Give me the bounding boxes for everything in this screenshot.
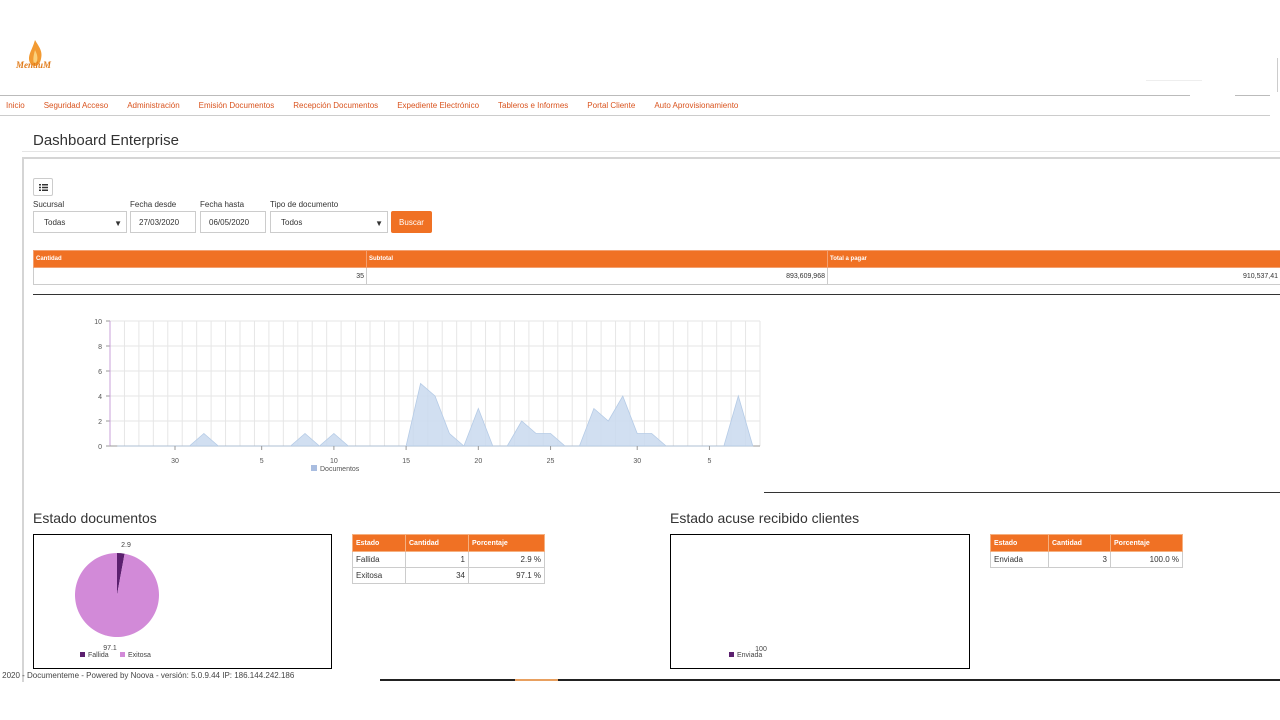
y-tick-label: 2	[98, 419, 102, 426]
col-header-estado: Estado	[352, 534, 406, 552]
estado-documentos-table: Estado Cantidad Porcentaje Fallida 1 2.9…	[352, 534, 545, 584]
caret-down-icon: ▼	[114, 219, 122, 228]
nav-item-tableros-informes[interactable]: Tableros e Informes	[498, 101, 568, 113]
table-row: Enviada 3 100.0 %	[990, 551, 1183, 568]
main-nav: Inicio Seguridad Acceso Administración E…	[0, 101, 751, 113]
buscar-button[interactable]: Buscar	[391, 211, 432, 233]
nav-item-expediente-electronico[interactable]: Expediente Electrónico	[397, 101, 479, 113]
fecha-hasta-value: 06/05/2020	[209, 217, 250, 227]
table-row: Exitosa 34 97.1 %	[352, 567, 545, 584]
nav-item-recepcion-documentos[interactable]: Recepción Documentos	[293, 101, 378, 113]
documentos-area-chart: 0 2 4 6 8 10 30 5 10 15 20 25 30 5 Documentos	[94, 319, 761, 473]
x-tick-label: 5	[260, 458, 264, 465]
estado-cell: Enviada	[990, 551, 1049, 568]
header-divider	[1277, 58, 1278, 92]
legend-label: Exitosa	[128, 652, 151, 659]
footer-text: © 2020 - Documenteme - Powered by Noova …	[0, 671, 295, 680]
table-row: Fallida 1 2.9 %	[352, 551, 545, 568]
nav-item-emision-documentos[interactable]: Emisión Documentos	[199, 101, 275, 113]
summary-header-cantidad: Cantidad	[33, 250, 367, 268]
legend-swatch	[729, 652, 734, 657]
section-rule	[33, 294, 1280, 295]
y-tick-label: 6	[98, 369, 102, 376]
nav-item-portal-cliente[interactable]: Portal Cliente	[587, 101, 635, 113]
summary-table: Cantidad Subtotal Total a pagar 35 893,6…	[33, 250, 1280, 285]
pie-slice	[75, 553, 159, 637]
cantidad-cell: 3	[1048, 551, 1111, 568]
summary-header-subtotal: Subtotal	[366, 250, 828, 268]
porcentaje-cell: 97.1 %	[468, 567, 545, 584]
porcentaje-cell: 100.0 %	[1110, 551, 1183, 568]
nav-bottom-border	[0, 115, 1270, 116]
nav-top-border	[0, 95, 1190, 96]
legend-label: Documentos	[320, 466, 360, 473]
header-divider	[1146, 80, 1202, 81]
estado-cell: Fallida	[352, 551, 406, 568]
cantidad-cell: 1	[405, 551, 469, 568]
fecha-hasta-label: Fecha hasta	[200, 200, 245, 209]
x-tick-label: 25	[547, 458, 555, 465]
estado-documentos-pie-chart: 2.9 97.1Fallida Exitosa	[75, 542, 159, 659]
summary-subtotal: 893,609,968	[366, 267, 828, 285]
x-tick-label: 10	[330, 458, 338, 465]
list-icon	[38, 183, 48, 191]
nav-top-border	[1235, 95, 1270, 96]
sucursal-label: Sucursal	[33, 200, 65, 209]
summary-header-total: Total a pagar	[827, 250, 1280, 268]
estado-acuse-pie-chart: 100Enviada	[729, 646, 767, 659]
tipo-documento-select[interactable]: Todos ▼	[270, 211, 388, 233]
documentos-area	[117, 382, 754, 447]
tipo-documento-label: Tipo de documento	[270, 200, 339, 209]
col-header-estado: Estado	[990, 534, 1049, 552]
y-tick-label: 8	[98, 344, 102, 351]
cantidad-cell: 34	[405, 567, 469, 584]
tipo-documento-value: Todos	[281, 217, 303, 227]
list-view-button[interactable]	[33, 178, 53, 196]
summary-total: 910,537,41	[827, 267, 1280, 285]
nav-item-auto-aprovisionamiento[interactable]: Auto Aprovisionamiento	[654, 101, 738, 113]
col-header-cantidad: Cantidad	[1048, 534, 1111, 552]
fecha-desde-label: Fecha desde	[130, 200, 177, 209]
estado-documentos-chart-box: 2.9 97.1 Fallida Exitosa	[33, 534, 332, 669]
estado-acuse-title: Estado acuse recibido clientes	[670, 510, 860, 526]
estado-acuse-table: Estado Cantidad Porcentaje Enviada 3 100…	[990, 534, 1183, 568]
pie-data-label: 2.9	[121, 542, 131, 549]
logo-text: MentiuM	[16, 60, 52, 70]
legend-swatch	[120, 652, 125, 657]
fecha-desde-input[interactable]: 27/03/2020	[130, 211, 196, 233]
col-header-porcentaje: Porcentaje	[1110, 534, 1183, 552]
x-tick-label: 30	[171, 458, 179, 465]
title-divider	[22, 151, 1280, 152]
fecha-desde-value: 27/03/2020	[139, 217, 180, 227]
nav-item-seguridad-acceso[interactable]: Seguridad Acceso	[44, 101, 109, 113]
y-tick-label: 10	[94, 319, 102, 326]
estado-cell: Exitosa	[352, 567, 406, 584]
porcentaje-cell: 2.9 %	[468, 551, 545, 568]
y-tick-label: 0	[98, 444, 102, 451]
x-tick-label: 5	[707, 458, 711, 465]
fecha-hasta-input[interactable]: 06/05/2020	[200, 211, 266, 233]
section-rule	[764, 492, 1280, 493]
nav-item-administracion[interactable]: Administración	[127, 101, 179, 113]
estado-acuse-chart-box: 100 Enviada	[670, 534, 970, 669]
pie-data-label: 97.1	[103, 645, 117, 652]
summary-cantidad: 35	[33, 267, 367, 285]
x-tick-label: 15	[402, 458, 410, 465]
legend-swatch	[80, 652, 85, 657]
sucursal-select[interactable]: Todas ▼	[33, 211, 127, 233]
y-tick-label: 4	[98, 394, 102, 401]
estado-documentos-title: Estado documentos	[33, 510, 157, 526]
nav-item-inicio[interactable]: Inicio	[6, 101, 25, 113]
page-title: Dashboard Enterprise	[33, 132, 179, 149]
x-tick-label: 30	[633, 458, 641, 465]
footer-accent	[515, 679, 558, 681]
x-tick-label: 20	[474, 458, 482, 465]
col-header-porcentaje: Porcentaje	[468, 534, 545, 552]
sucursal-value: Todas	[44, 217, 66, 227]
legend-swatch	[311, 465, 317, 471]
legend-label: Fallida	[88, 652, 109, 659]
caret-down-icon: ▼	[375, 219, 383, 228]
legend-label: Enviada	[737, 652, 762, 659]
col-header-cantidad: Cantidad	[405, 534, 469, 552]
